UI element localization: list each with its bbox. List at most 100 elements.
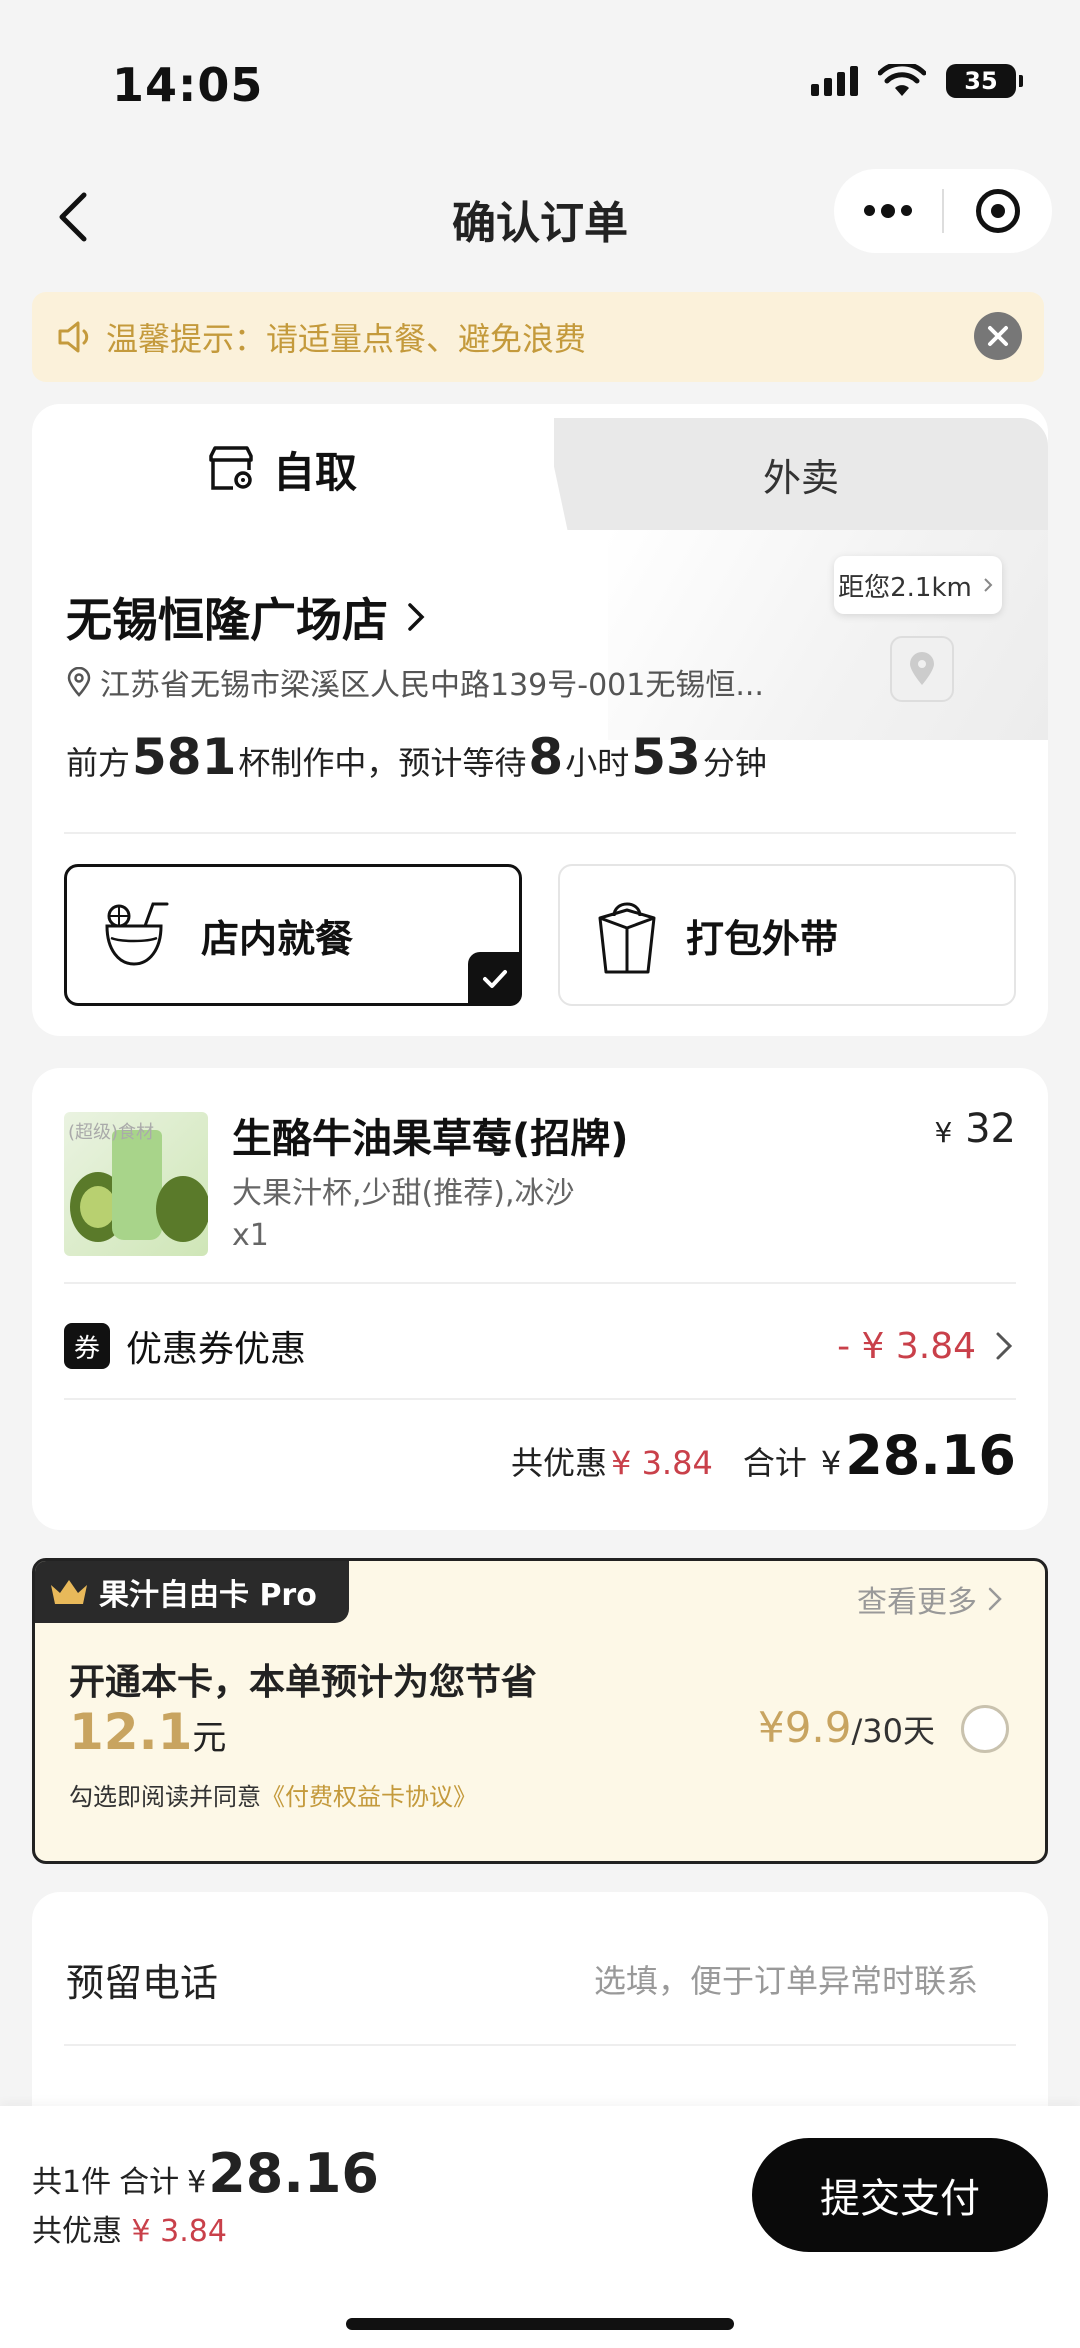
chevron-right-icon — [988, 1587, 1002, 1611]
queue-status: 前方 581 杯制作中，预计等待 8 小时 53 分钟 — [66, 728, 767, 786]
divider — [64, 2044, 1016, 2046]
store-name: 无锡恒隆广场店 — [66, 593, 388, 647]
agreement-text: 勾选即阅读并同意《付费权益卡协议》 — [69, 1777, 477, 1812]
chevron-right-icon — [984, 578, 993, 592]
total-amount: 28.16 — [845, 1424, 1016, 1487]
checkout-discount-amount: ¥ 3.84 — [131, 2214, 227, 2249]
divider — [64, 1282, 1016, 1284]
queue-cups: 581 — [132, 728, 237, 786]
membership-radio[interactable] — [961, 1705, 1009, 1753]
store-name-link[interactable]: 无锡恒隆广场店 — [66, 584, 430, 650]
close-notice-button[interactable] — [974, 312, 1022, 360]
nav-bar: 确认订单 — [0, 165, 1080, 275]
product-price: ¥ 32 — [935, 1106, 1016, 1152]
membership-price: ¥9.9 /30天 — [758, 1703, 935, 1752]
product-qty: x1 — [232, 1218, 269, 1253]
speaker-icon — [58, 321, 89, 353]
agreement-prefix: 勾选即阅读并同意 — [69, 1783, 261, 1811]
store-address: 江苏省无锡市梁溪区人民中路139号-001无锡恒... — [66, 660, 764, 704]
chevron-right-icon — [996, 1332, 1013, 1360]
tab-pickup-label: 自取 — [272, 447, 357, 497]
product-spec: 大果汁杯,少甜(推荐),冰沙 — [232, 1176, 575, 1211]
product-image: (超级)食材 — [64, 1112, 208, 1256]
takeaway-label: 打包外带 — [686, 916, 839, 961]
close-miniprogram-button[interactable] — [944, 169, 1052, 253]
product-name: 生酪牛油果草莓(招牌) — [232, 1116, 629, 1162]
item-count: 共1件 — [32, 2165, 112, 2200]
queue-mid: 杯制作中，预计等待 — [238, 744, 527, 782]
status-bar: 14:05 35 — [0, 0, 1080, 150]
tab-delivery[interactable]: 外卖 — [554, 418, 1048, 530]
more-icon — [864, 203, 912, 218]
membership-title: 开通本卡，本单预计为您节省 — [69, 1662, 538, 1703]
discount-amount: ¥ 3.84 — [611, 1444, 713, 1482]
selected-check — [468, 952, 522, 1006]
close-icon — [988, 326, 1008, 346]
coconut-drink-icon — [105, 902, 169, 966]
wifi-icon — [878, 64, 926, 96]
queue-prefix: 前方 — [66, 744, 131, 782]
membership-price-value: ¥9.9 — [757, 1703, 852, 1752]
currency-symbol: ¥ — [187, 2165, 207, 2200]
checkout-discount-label: 共优惠 — [32, 2214, 122, 2249]
dine-in-option[interactable]: 店内就餐 — [64, 864, 522, 1006]
chevron-right-icon — [408, 603, 425, 631]
currency-symbol: ¥ — [934, 1116, 953, 1149]
coupon-row[interactable]: 券 优惠券优惠 - ¥ 3.84 — [64, 1298, 1016, 1394]
tab-delivery-label: 外卖 — [762, 455, 839, 500]
divider — [64, 832, 1016, 834]
total-label: 合计 — [742, 1444, 807, 1482]
checkout-bar: 共1件 合计 ¥ 28.16 共优惠 ¥ 3.84 提交支付 — [0, 2106, 1080, 2348]
map-pin-icon — [890, 636, 954, 702]
store-address-text: 江苏省无锡市梁溪区人民中路139号-001无锡恒... — [100, 668, 764, 703]
takeaway-option[interactable]: 打包外带 — [558, 864, 1016, 1006]
checkout-total: 28.16 — [208, 2142, 379, 2205]
submit-payment-label: 提交支付 — [820, 2176, 980, 2222]
product-price-value: 32 — [965, 1106, 1016, 1152]
check-icon — [483, 970, 507, 988]
status-time: 14:05 — [112, 58, 264, 112]
wait-minutes: 53 — [631, 728, 701, 786]
status-icons: 35 — [811, 64, 1023, 98]
membership-savings: 12.1 元 — [69, 1703, 226, 1761]
view-more-link[interactable]: 查看更多 — [857, 1577, 1005, 1621]
distance-badge[interactable]: 距您2.1km — [834, 556, 1002, 614]
view-more-label: 查看更多 — [857, 1585, 977, 1620]
discount-label: 共优惠 — [511, 1444, 608, 1482]
home-indicator — [346, 2318, 734, 2330]
notice-text: 温馨提示：请适量点餐、避免浪费 — [106, 320, 587, 358]
checkout-summary: 共1件 合计 ¥ 28.16 — [32, 2142, 379, 2205]
savings-unit: 元 — [192, 1718, 227, 1758]
signal-icon — [811, 66, 858, 96]
order-totals: 共优惠 ¥ 3.84 合计 ¥ 28.16 — [511, 1424, 1016, 1487]
hours-unit: 小时 — [565, 744, 630, 782]
product-image-tag: (超级)食材 — [68, 1122, 155, 1143]
wait-hours: 8 — [528, 728, 564, 786]
distance-text: 距您2.1km — [838, 572, 972, 603]
mini-program-capsule — [834, 169, 1052, 253]
order-items-card: (超级)食材 生酪牛油果草莓(招牌) 大果汁杯,少甜(推荐),冰沙 x1 ¥ 3… — [32, 1068, 1048, 1530]
store-card: 外卖 自取 距您2.1km 无锡恒隆广场店 江苏省无锡市梁溪区人民中路139号-… — [32, 404, 1048, 1036]
membership-tag: 果汁自由卡 Pro — [35, 1561, 349, 1623]
divider — [64, 1398, 1016, 1400]
checkout-total-label: 合计 — [119, 2165, 180, 2200]
coupon-label: 优惠券优惠 — [126, 1329, 307, 1370]
minutes-unit: 分钟 — [702, 744, 767, 782]
phone-label: 预留电话 — [66, 1961, 219, 2005]
location-icon — [67, 667, 91, 697]
currency-symbol: ¥ — [820, 1444, 842, 1482]
notice-banner: 温馨提示：请适量点餐、避免浪费 — [32, 292, 1044, 382]
target-icon — [976, 189, 1020, 233]
agreement-link[interactable]: 《付费权益卡协议》 — [261, 1783, 477, 1811]
coupon-badge: 券 — [64, 1323, 110, 1369]
dine-in-label: 店内就餐 — [201, 916, 354, 961]
takeout-box-icon — [598, 902, 656, 974]
crown-icon — [51, 1580, 87, 1604]
submit-payment-button[interactable]: 提交支付 — [752, 2138, 1048, 2252]
tab-pickup[interactable]: 自取 — [32, 404, 532, 534]
checkout-discount: 共优惠 ¥ 3.84 — [32, 2206, 227, 2250]
more-button[interactable] — [834, 169, 942, 253]
phone-input[interactable]: 选填，便于订单异常时联系 — [594, 1956, 978, 2002]
membership-period: /30天 — [851, 1712, 935, 1750]
coupon-amount: - ¥ 3.84 — [837, 1325, 976, 1367]
